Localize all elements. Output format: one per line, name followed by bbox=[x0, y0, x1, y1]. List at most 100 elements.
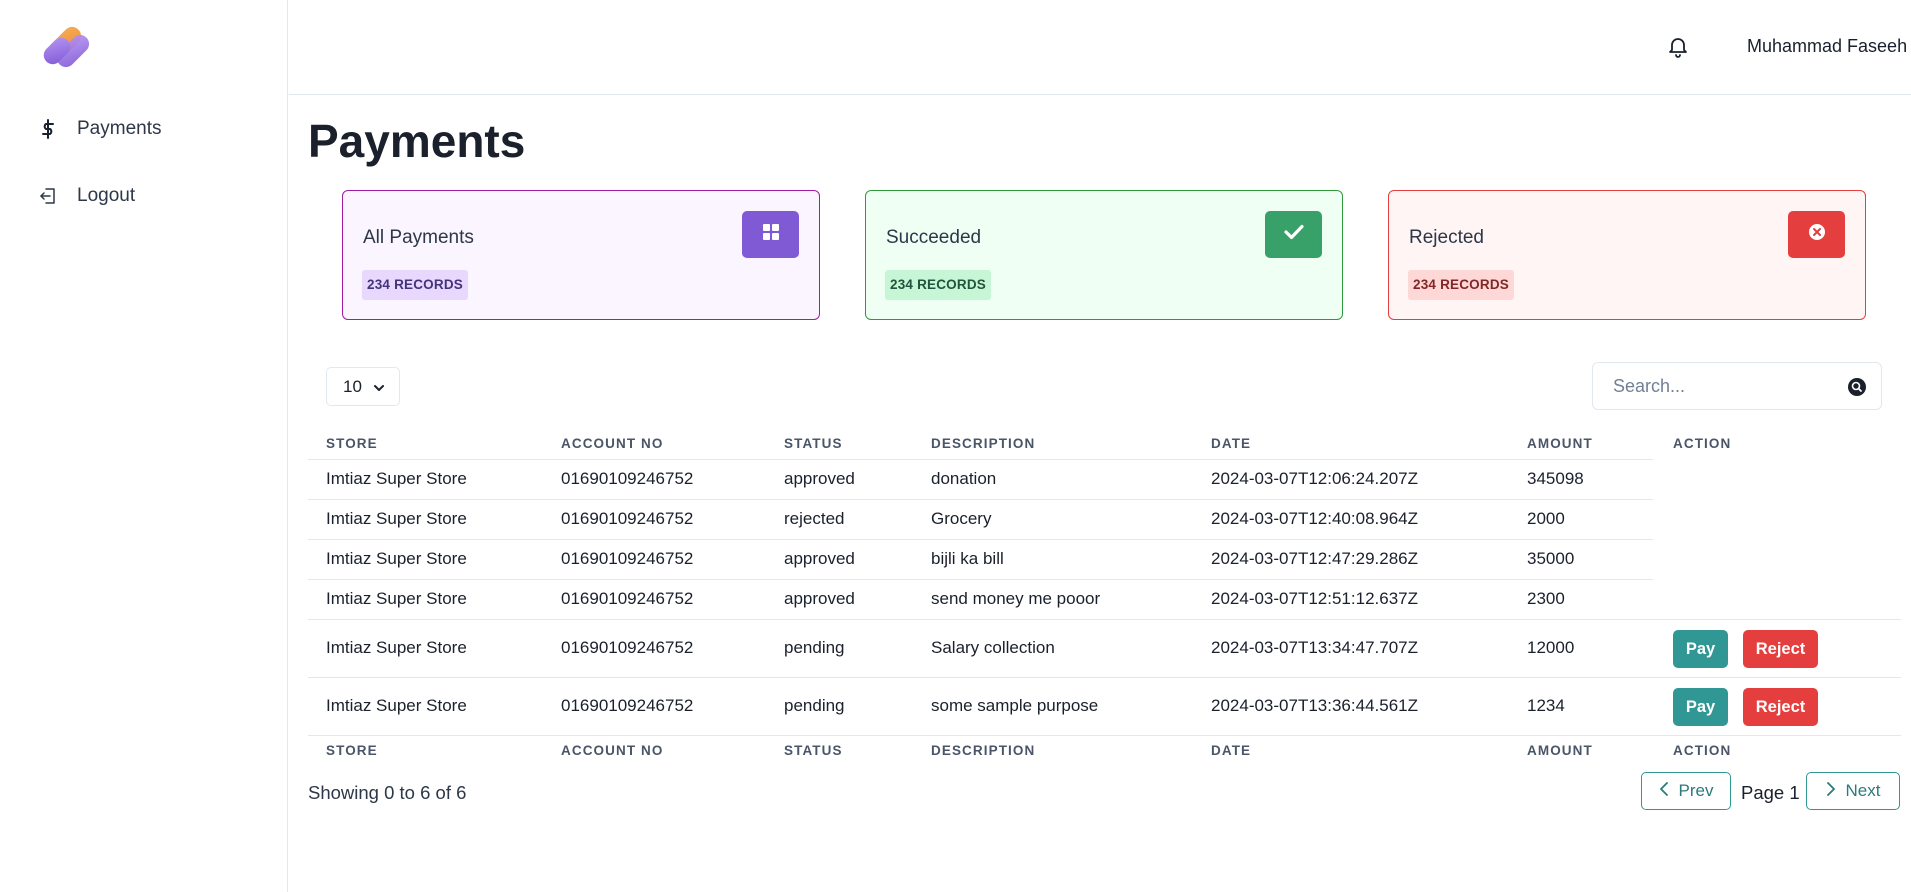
x-circle-icon bbox=[1808, 223, 1826, 246]
reject-button[interactable]: Reject bbox=[1743, 630, 1818, 668]
records-badge: 234 RECORDS bbox=[362, 270, 468, 300]
cell-date: 2024-03-07T12:51:12.637Z bbox=[1211, 589, 1418, 608]
records-badge: 234 RECORDS bbox=[1408, 270, 1514, 300]
sidebar: Payments Logout bbox=[0, 0, 288, 892]
cell-status: approved bbox=[784, 469, 855, 488]
table-footer: STORE ACCOUNT NO STATUS DESCRIPTION DATE… bbox=[308, 735, 1901, 765]
check-icon bbox=[1283, 224, 1304, 245]
chevron-left-icon bbox=[1659, 781, 1669, 801]
column-footer-status: STATUS bbox=[784, 743, 843, 758]
cell-description: send money me pooor bbox=[931, 589, 1101, 608]
cell-account: 01690109246752 bbox=[561, 509, 694, 528]
table-row: Imtiaz Super Store 01690109246752 approv… bbox=[308, 539, 1653, 579]
card-all-payments[interactable]: All Payments 234 RECORDS bbox=[342, 190, 820, 320]
cell-amount: 345098 bbox=[1527, 469, 1584, 488]
cell-status: pending bbox=[784, 638, 845, 657]
next-button[interactable]: Next bbox=[1806, 772, 1900, 810]
records-badge: 234 RECORDS bbox=[885, 270, 991, 300]
search-input[interactable] bbox=[1593, 363, 1881, 409]
cell-store: Imtiaz Super Store bbox=[326, 469, 467, 488]
all-payments-button[interactable] bbox=[742, 211, 799, 258]
user-name[interactable]: Muhammad Faseeh bbox=[1747, 36, 1907, 57]
cell-amount: 2000 bbox=[1527, 509, 1565, 528]
rejected-button[interactable] bbox=[1788, 211, 1845, 258]
card-succeeded[interactable]: Succeeded 234 RECORDS bbox=[865, 190, 1343, 320]
cell-description: bijli ka bill bbox=[931, 549, 1004, 568]
search-box bbox=[1592, 362, 1882, 410]
column-footer-description: DESCRIPTION bbox=[931, 743, 1036, 758]
cell-date: 2024-03-07T12:06:24.207Z bbox=[1211, 469, 1418, 488]
cell-status: rejected bbox=[784, 509, 845, 528]
cell-account: 01690109246752 bbox=[561, 696, 694, 715]
card-rejected[interactable]: Rejected 234 RECORDS bbox=[1388, 190, 1866, 320]
cell-status: approved bbox=[784, 549, 855, 568]
page-indicator: Page 1 bbox=[1741, 782, 1800, 803]
brand-logo[interactable] bbox=[42, 22, 94, 72]
cell-amount: 2300 bbox=[1527, 589, 1565, 608]
column-header-account-no[interactable]: ACCOUNT NO bbox=[561, 436, 664, 451]
table-header: STORE ACCOUNT NO STATUS DESCRIPTION DATE… bbox=[308, 426, 1901, 459]
search-icon[interactable] bbox=[1847, 377, 1867, 397]
column-footer-amount: AMOUNT bbox=[1527, 743, 1593, 758]
cell-date: 2024-03-07T13:36:44.561Z bbox=[1211, 696, 1418, 715]
column-header-action: ACTION bbox=[1673, 436, 1732, 451]
column-header-status[interactable]: STATUS bbox=[784, 436, 843, 451]
column-footer-account-no: ACCOUNT NO bbox=[561, 743, 664, 758]
cell-account: 01690109246752 bbox=[561, 589, 694, 608]
chevron-down-icon bbox=[372, 380, 386, 394]
cell-account: 01690109246752 bbox=[561, 549, 694, 568]
cell-amount: 1234 bbox=[1527, 696, 1565, 715]
sidebar-item-payments[interactable]: Payments bbox=[38, 118, 161, 140]
column-header-amount[interactable]: AMOUNT bbox=[1527, 436, 1593, 451]
column-header-date[interactable]: DATE bbox=[1211, 436, 1251, 451]
table-row: Imtiaz Super Store 01690109246752 reject… bbox=[308, 499, 1653, 539]
pay-button[interactable]: Pay bbox=[1673, 630, 1728, 668]
cell-amount: 12000 bbox=[1527, 638, 1575, 657]
cell-account: 01690109246752 bbox=[561, 469, 694, 488]
page-size-select[interactable]: 10 bbox=[326, 367, 400, 406]
card-title: Succeeded bbox=[886, 227, 982, 248]
column-header-description[interactable]: DESCRIPTION bbox=[931, 436, 1035, 451]
cell-description: donation bbox=[931, 469, 997, 488]
page-title: Payments bbox=[308, 115, 526, 167]
cell-description: Grocery bbox=[931, 509, 992, 528]
prev-button[interactable]: Prev bbox=[1641, 772, 1731, 810]
bell-icon[interactable] bbox=[1666, 34, 1690, 58]
cell-description: some sample purpose bbox=[931, 696, 1099, 715]
column-footer-date: DATE bbox=[1211, 743, 1252, 758]
cell-status: pending bbox=[784, 696, 845, 715]
card-title: All Payments bbox=[363, 227, 474, 248]
showing-count: Showing 0 to 6 of 6 bbox=[308, 782, 467, 803]
table-row: Imtiaz Super Store 01690109246752 pendin… bbox=[308, 677, 1901, 735]
cell-store: Imtiaz Super Store bbox=[326, 638, 467, 657]
prev-label: Prev bbox=[1678, 781, 1714, 800]
sidebar-item-label: Logout bbox=[77, 185, 136, 206]
cell-date: 2024-03-07T12:40:08.964Z bbox=[1211, 509, 1418, 528]
table-row: Imtiaz Super Store 01690109246752 approv… bbox=[308, 459, 1653, 499]
cell-action: Pay Reject bbox=[1673, 688, 1818, 726]
cell-date: 2024-03-07T12:47:29.286Z bbox=[1211, 549, 1418, 568]
grid-icon bbox=[762, 223, 780, 246]
payments-table: STORE ACCOUNT NO STATUS DESCRIPTION DATE… bbox=[308, 426, 1901, 765]
column-header-store[interactable]: STORE bbox=[326, 436, 378, 451]
cell-date: 2024-03-07T13:34:47.707Z bbox=[1211, 638, 1418, 657]
sidebar-item-label: Payments bbox=[77, 118, 162, 139]
column-footer-action: ACTION bbox=[1673, 743, 1732, 758]
succeeded-button[interactable] bbox=[1265, 211, 1322, 258]
table-row: Imtiaz Super Store 01690109246752 pendin… bbox=[308, 619, 1901, 677]
table-row: Imtiaz Super Store 01690109246752 approv… bbox=[308, 579, 1653, 619]
cell-store: Imtiaz Super Store bbox=[326, 509, 467, 528]
column-footer-store: STORE bbox=[326, 743, 378, 758]
card-title: Rejected bbox=[1409, 227, 1484, 248]
page-size-value: 10 bbox=[343, 376, 362, 396]
cell-store: Imtiaz Super Store bbox=[326, 696, 467, 715]
cell-store: Imtiaz Super Store bbox=[326, 549, 467, 568]
reject-button[interactable]: Reject bbox=[1743, 688, 1818, 726]
logout-icon bbox=[38, 186, 58, 206]
cell-account: 01690109246752 bbox=[561, 638, 694, 657]
pay-button[interactable]: Pay bbox=[1673, 688, 1728, 726]
chevron-right-icon bbox=[1826, 781, 1836, 801]
sidebar-item-logout[interactable]: Logout bbox=[38, 185, 135, 207]
next-label: Next bbox=[1845, 781, 1881, 800]
cell-amount: 35000 bbox=[1527, 549, 1575, 568]
